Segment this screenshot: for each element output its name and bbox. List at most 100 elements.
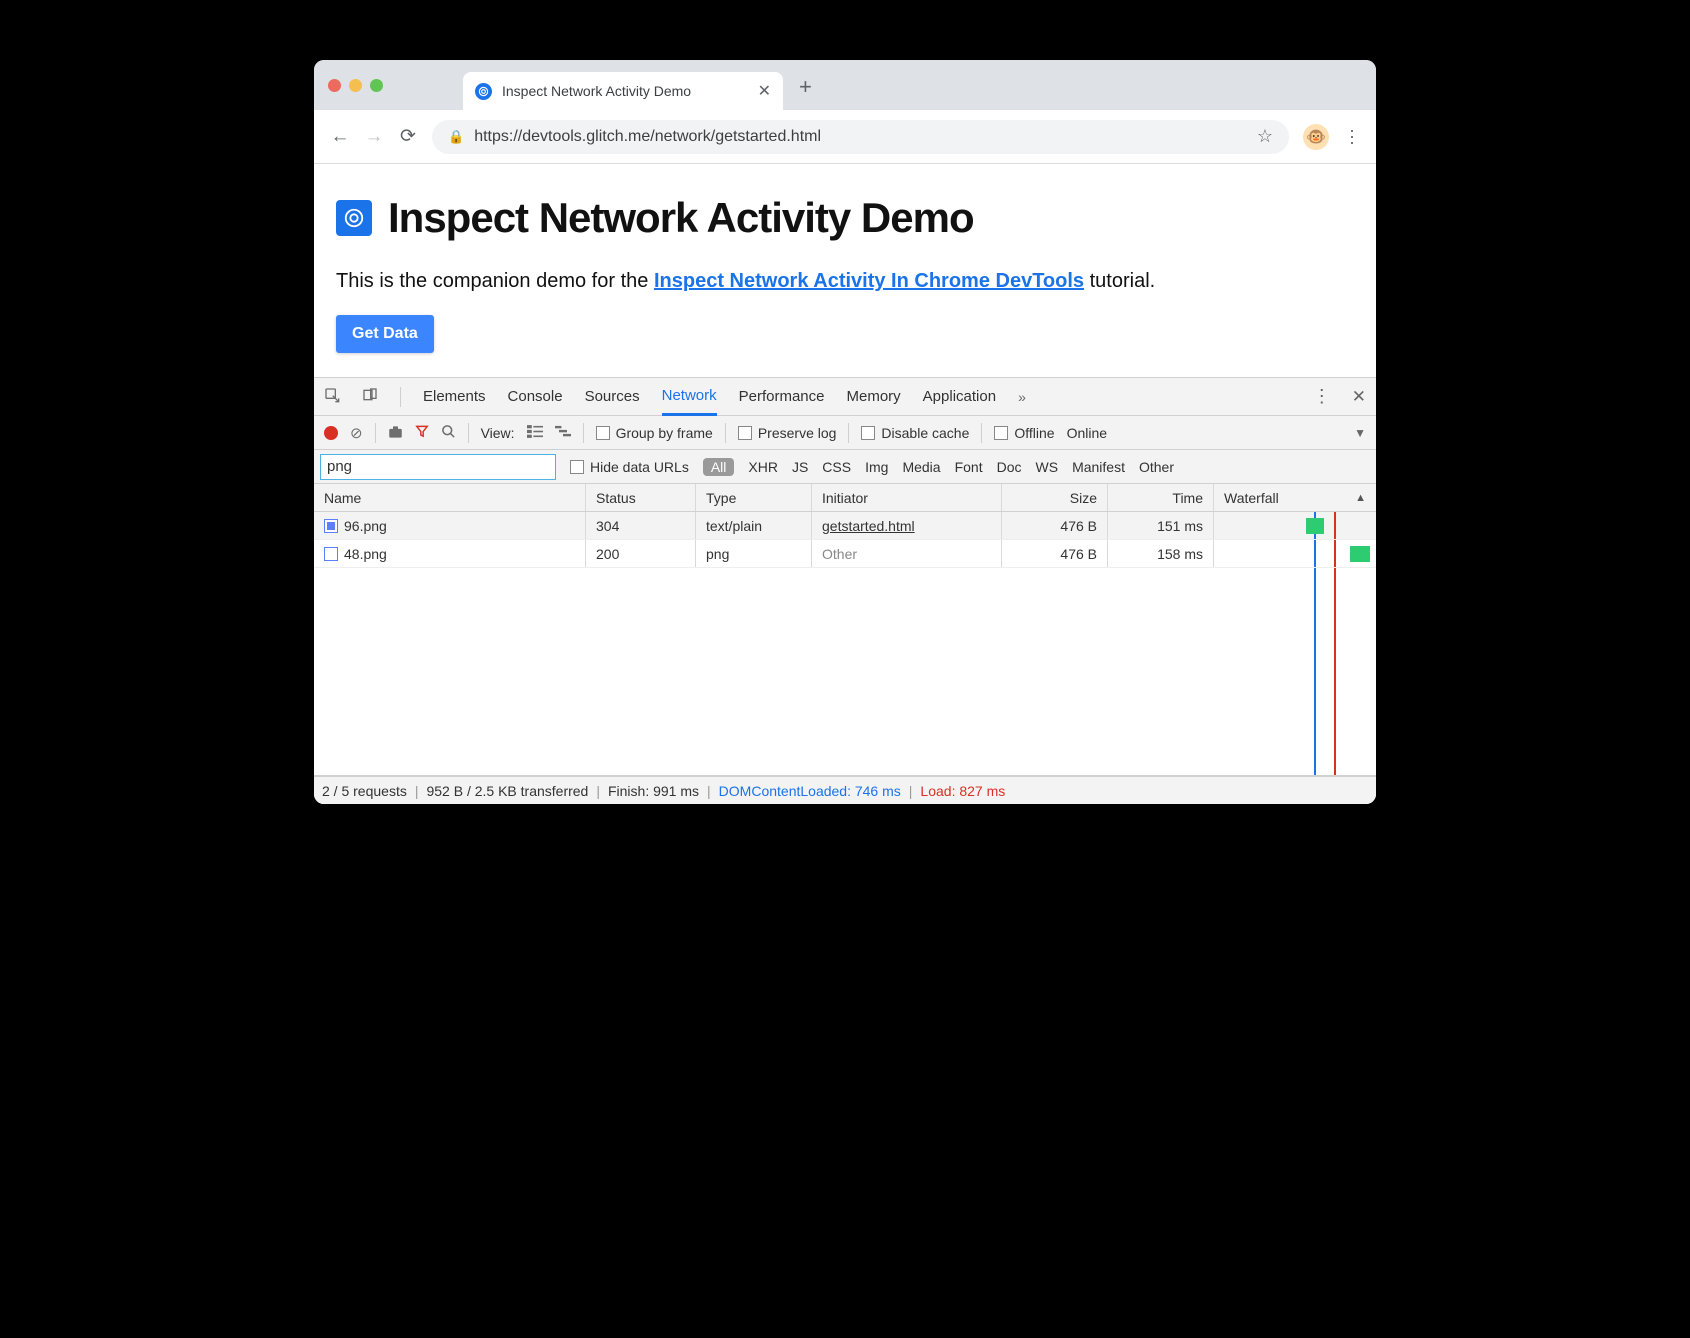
browser-tab[interactable]: Inspect Network Activity Demo ✕ [463,72,783,110]
lock-icon: 🔒 [448,129,464,145]
separator [375,423,376,443]
bookmark-icon[interactable]: ☆ [1257,126,1273,147]
col-status[interactable]: Status [586,484,696,511]
col-name[interactable]: Name [314,484,586,511]
separator [583,423,584,443]
tab-sources[interactable]: Sources [585,388,640,405]
filter-type-css[interactable]: CSS [822,459,851,475]
new-tab-icon[interactable]: + [799,74,812,100]
file-icon [324,547,338,561]
col-type[interactable]: Type [696,484,812,511]
dcl-line [1314,540,1316,567]
back-icon[interactable]: ← [330,126,350,148]
devtools-menu-icon[interactable]: ⋮ [1313,386,1330,407]
filter-type-media[interactable]: Media [902,459,940,475]
status-finish: Finish: 991 ms [608,783,699,799]
close-tab-icon[interactable]: ✕ [758,81,771,101]
table-body-empty [314,568,1376,776]
col-waterfall[interactable]: Waterfall▲ [1214,484,1376,511]
tab-elements[interactable]: Elements [423,388,486,405]
cell-time: 151 ms [1108,512,1214,539]
url-text: https://devtools.glitch.me/network/getst… [474,128,821,146]
filter-all-pill[interactable]: All [703,458,735,476]
preserve-log-checkbox[interactable]: Preserve log [738,425,837,441]
waterfall-view-icon[interactable] [555,425,571,441]
table-row[interactable]: 48.png200pngOther476 B158 ms [314,540,1376,568]
tab-title: Inspect Network Activity Demo [502,83,691,99]
cell-initiator[interactable]: getstarted.html [812,512,1002,539]
col-time[interactable]: Time [1108,484,1214,511]
separator [981,423,982,443]
file-icon [324,519,338,533]
cell-name: 96.png [344,518,387,534]
separator [725,423,726,443]
table-header: Name Status Type Initiator Size Time Wat… [314,484,1376,512]
status-dcl: DOMContentLoaded: 746 ms [719,783,901,799]
cell-name: 48.png [344,546,387,562]
record-icon[interactable] [324,426,338,440]
filter-type-js[interactable]: JS [792,459,808,475]
filter-type-img[interactable]: Img [865,459,888,475]
cell-waterfall [1214,512,1376,539]
reload-icon[interactable]: ⟳ [398,125,418,148]
tab-memory[interactable]: Memory [847,388,901,405]
separator [468,423,469,443]
table-row[interactable]: 96.png304text/plaingetstarted.html476 B1… [314,512,1376,540]
intro-post: tutorial. [1084,270,1155,292]
get-data-button[interactable]: Get Data [336,315,434,353]
filter-type-other[interactable]: Other [1139,459,1174,475]
device-toolbar-icon[interactable] [362,387,378,407]
tab-console[interactable]: Console [508,388,563,405]
status-load: Load: 827 ms [920,783,1005,799]
requests-table: Name Status Type Initiator Size Time Wat… [314,484,1376,776]
page-intro: This is the companion demo for the Inspe… [336,270,1354,293]
clear-icon[interactable]: ⊘ [350,424,363,442]
filter-input[interactable] [320,454,556,480]
tutorial-link[interactable]: Inspect Network Activity In Chrome DevTo… [654,270,1084,292]
hide-data-urls-checkbox[interactable]: Hide data URLs [570,459,689,475]
page-heading: Inspect Network Activity Demo [388,194,974,242]
address-bar[interactable]: 🔒 https://devtools.glitch.me/network/get… [432,120,1289,154]
dcl-line [1314,568,1316,775]
sort-icon: ▲ [1355,492,1366,504]
filter-type-manifest[interactable]: Manifest [1072,459,1125,475]
throttling-chevron-icon[interactable]: ▼ [1354,426,1366,440]
tab-strip: Inspect Network Activity Demo ✕ + [314,60,1376,110]
maximize-window-icon[interactable] [370,79,383,92]
col-size[interactable]: Size [1002,484,1108,511]
cell-waterfall [1214,540,1376,567]
load-line [1334,512,1336,539]
offline-checkbox[interactable]: Offline [994,425,1054,441]
cell-time: 158 ms [1108,540,1214,567]
window-controls [328,79,383,92]
browser-menu-icon[interactable]: ⋯ [1341,128,1362,145]
filter-icon[interactable] [415,424,429,442]
favicon-icon [475,83,492,100]
search-icon[interactable] [441,424,456,442]
filter-type-ws[interactable]: WS [1036,459,1059,475]
tabs-overflow-icon[interactable]: » [1018,389,1026,405]
col-initiator[interactable]: Initiator [812,484,1002,511]
screenshot-icon[interactable] [388,425,403,441]
tab-network[interactable]: Network [662,378,717,416]
close-window-icon[interactable] [328,79,341,92]
disable-cache-checkbox[interactable]: Disable cache [861,425,969,441]
minimize-window-icon[interactable] [349,79,362,92]
cell-size: 476 B [1002,540,1108,567]
group-by-frame-checkbox[interactable]: Group by frame [596,425,713,441]
network-toolbar: ⊘ View: Group by frame Preserve log [314,416,1376,450]
devtools-close-icon[interactable]: ✕ [1352,387,1366,407]
profile-avatar[interactable]: 🐵 [1303,124,1329,150]
tab-application[interactable]: Application [923,388,996,405]
tab-performance[interactable]: Performance [739,388,825,405]
network-status-bar: 2 / 5 requests | 952 B / 2.5 KB transfer… [314,776,1376,804]
cell-type: text/plain [696,512,812,539]
large-rows-icon[interactable] [527,425,543,441]
filter-type-xhr[interactable]: XHR [748,459,778,475]
filter-type-doc[interactable]: Doc [997,459,1022,475]
browser-window: Inspect Network Activity Demo ✕ + ← → ⟳ … [314,60,1376,804]
waterfall-track [1214,568,1376,775]
throttling-select[interactable]: Online [1067,425,1107,441]
inspect-element-icon[interactable] [324,387,340,407]
filter-type-font[interactable]: Font [955,459,983,475]
